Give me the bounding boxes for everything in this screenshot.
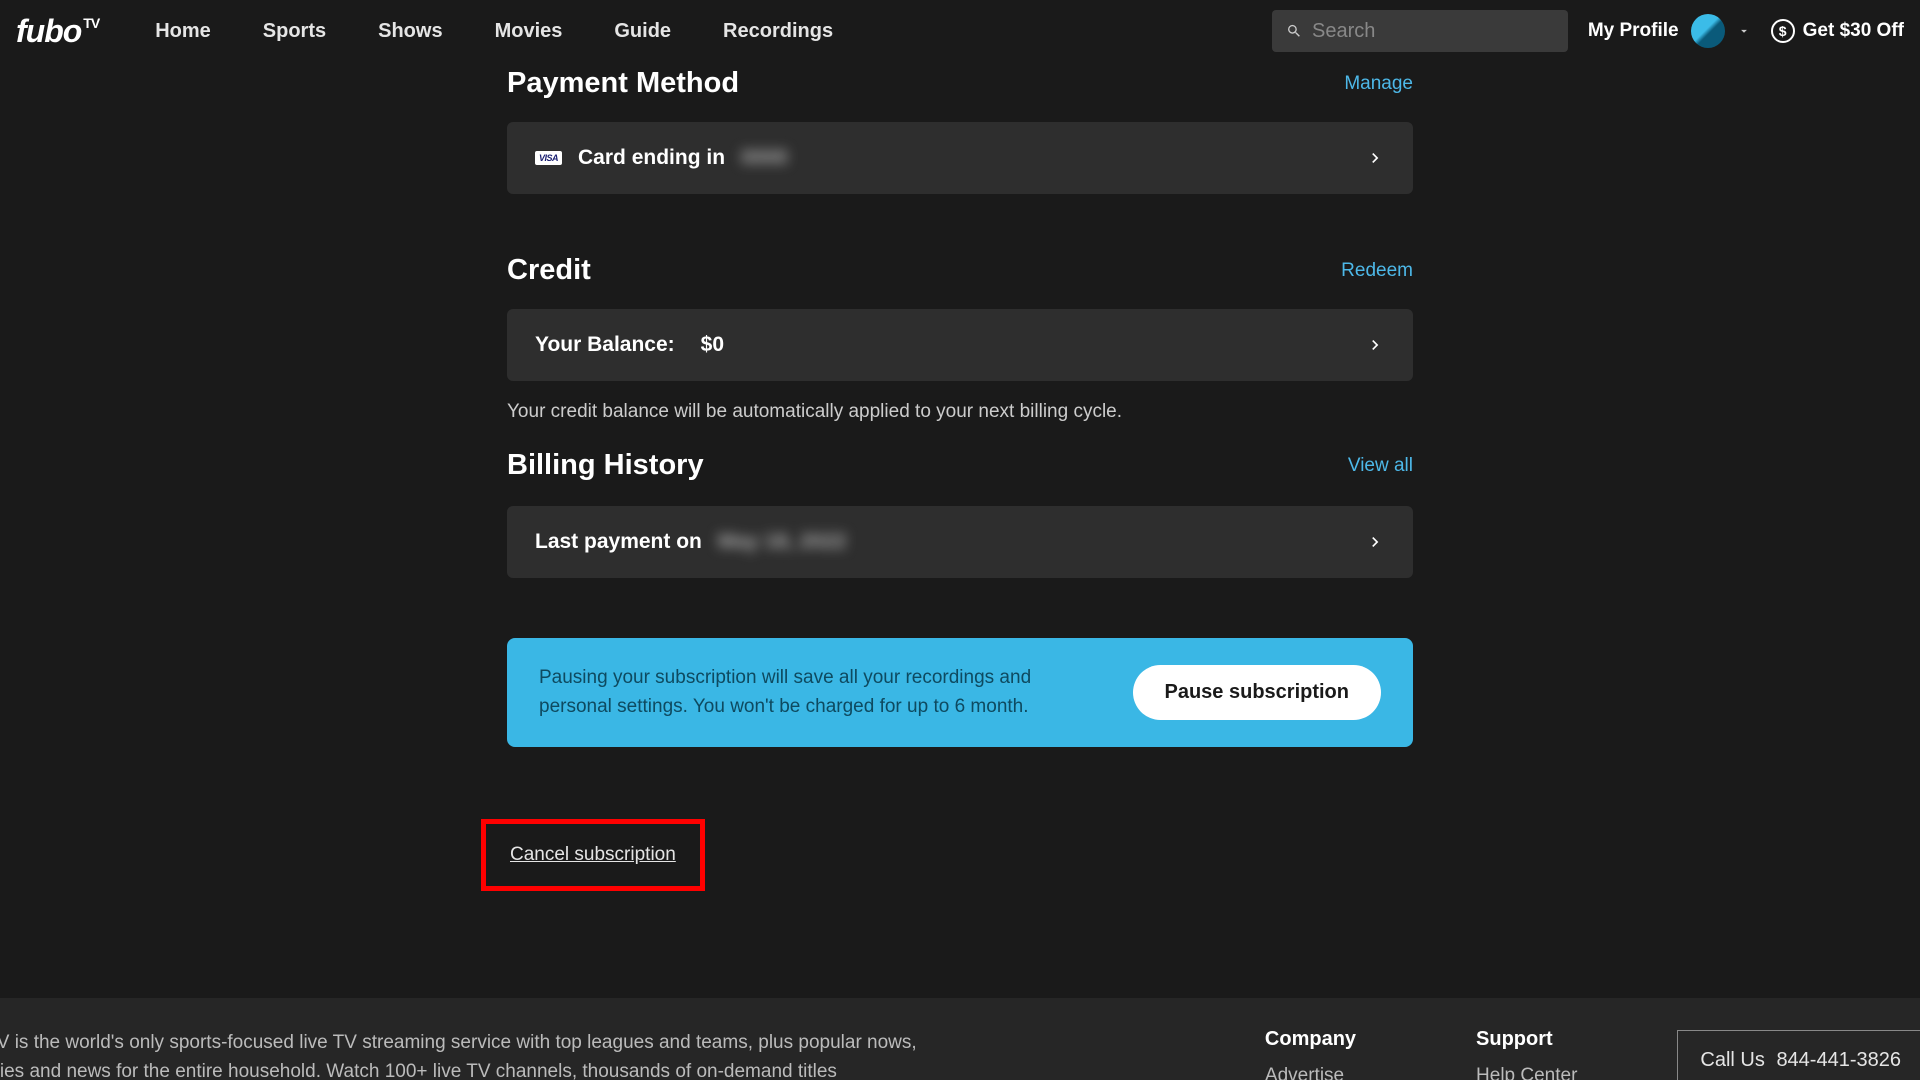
logo[interactable]: fuboTV xyxy=(16,13,99,50)
pause-description: Pausing your subscription will save all … xyxy=(539,664,1059,721)
cancel-subscription-row: Cancel subscription xyxy=(507,819,1413,891)
cancel-highlight-box: Cancel subscription xyxy=(481,819,705,891)
card-last4-masked: 0000 xyxy=(741,146,788,170)
payment-method-card-content: VISA Card ending in 0000 xyxy=(535,146,788,170)
last-payment-label: Last payment on xyxy=(535,530,702,554)
view-all-link[interactable]: View all xyxy=(1348,455,1413,477)
payment-method-heading-row: Payment Method Manage xyxy=(507,67,1413,100)
manage-payment-link[interactable]: Manage xyxy=(1344,73,1413,95)
footer-columns: Company Advertise Support Help Center xyxy=(1265,1028,1578,1080)
search-input[interactable] xyxy=(1312,20,1554,43)
main-nav: Home Sports Shows Movies Guide Recording… xyxy=(155,20,833,43)
profile-menu[interactable]: My Profile xyxy=(1588,14,1751,48)
card-ending-label: Card ending in xyxy=(578,146,725,170)
credit-heading-row: Credit Redeem xyxy=(507,254,1413,287)
balance-label: Your Balance: xyxy=(535,333,675,357)
credit-title: Credit xyxy=(507,254,591,287)
logo-text: fubo xyxy=(16,13,81,50)
call-us-number: 844-441-3826 xyxy=(1776,1049,1901,1071)
nav-sports[interactable]: Sports xyxy=(263,20,326,43)
card-brand-badge: VISA xyxy=(535,151,562,165)
credit-balance-card[interactable]: Your Balance: $0 xyxy=(507,309,1413,381)
footer-support-heading: Support xyxy=(1476,1028,1577,1051)
pause-subscription-banner: Pausing your subscription will save all … xyxy=(507,638,1413,747)
nav-home[interactable]: Home xyxy=(155,20,211,43)
search-icon xyxy=(1286,22,1302,40)
nav-guide[interactable]: Guide xyxy=(614,20,671,43)
billing-heading-row: Billing History View all xyxy=(507,449,1413,482)
footer-support-col: Support Help Center xyxy=(1476,1028,1577,1080)
avatar xyxy=(1691,14,1725,48)
payment-method-card[interactable]: VISA Card ending in 0000 xyxy=(507,122,1413,194)
credit-balance-content: Your Balance: $0 xyxy=(535,333,724,357)
footer-blurb: boTV is the world's only sports-focused … xyxy=(0,1028,924,1080)
chevron-right-icon xyxy=(1365,532,1385,552)
top-header: fuboTV Home Sports Shows Movies Guide Re… xyxy=(0,0,1920,62)
main-content: Payment Method Manage VISA Card ending i… xyxy=(507,67,1413,891)
call-us-box[interactable]: Call Us 844-441-3826 xyxy=(1677,1030,1920,1080)
last-payment-date-masked: May 18, 2022 xyxy=(718,530,846,554)
redeem-link[interactable]: Redeem xyxy=(1341,260,1413,282)
footer-company-col: Company Advertise xyxy=(1265,1028,1356,1080)
credit-helper-text: Your credit balance will be automaticall… xyxy=(507,401,1413,423)
cancel-subscription-link[interactable]: Cancel subscription xyxy=(510,844,676,865)
last-payment-card[interactable]: Last payment on May 18, 2022 xyxy=(507,506,1413,578)
call-us-label: Call Us xyxy=(1700,1049,1764,1071)
billing-title: Billing History xyxy=(507,449,704,482)
pause-subscription-button[interactable]: Pause subscription xyxy=(1133,665,1382,720)
logo-suffix: TV xyxy=(83,15,99,31)
footer-company-heading: Company xyxy=(1265,1028,1356,1051)
promo-link[interactable]: $ Get $30 Off xyxy=(1771,19,1904,43)
last-payment-content: Last payment on May 18, 2022 xyxy=(535,530,846,554)
footer-advertise-link[interactable]: Advertise xyxy=(1265,1065,1344,1080)
nav-recordings[interactable]: Recordings xyxy=(723,20,833,43)
payment-method-title: Payment Method xyxy=(507,67,739,100)
chevron-down-icon xyxy=(1737,24,1751,38)
chevron-right-icon xyxy=(1365,335,1385,355)
promo-label: Get $30 Off xyxy=(1803,20,1904,42)
footer: boTV is the world's only sports-focused … xyxy=(0,998,1920,1080)
search-box[interactable] xyxy=(1272,10,1568,52)
nav-shows[interactable]: Shows xyxy=(378,20,442,43)
profile-label: My Profile xyxy=(1588,20,1679,42)
balance-value: $0 xyxy=(701,333,724,357)
footer-help-link[interactable]: Help Center xyxy=(1476,1065,1577,1080)
dollar-icon: $ xyxy=(1771,19,1795,43)
header-right: My Profile $ Get $30 Off xyxy=(1272,10,1904,52)
nav-movies[interactable]: Movies xyxy=(495,20,563,43)
chevron-right-icon xyxy=(1365,148,1385,168)
